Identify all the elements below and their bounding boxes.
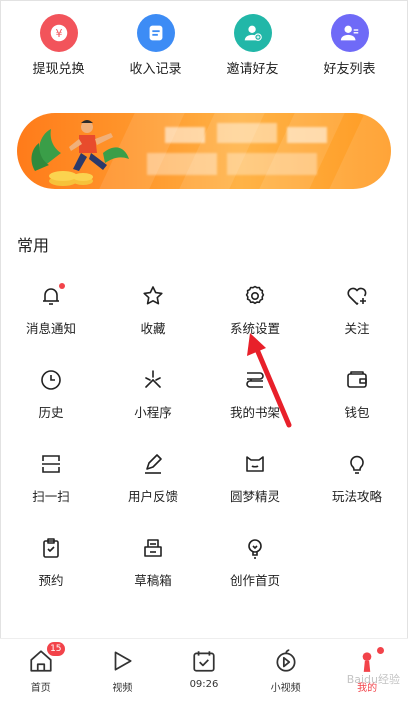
notifications-button[interactable]: 消息通知 xyxy=(0,283,102,367)
history-label: 历史 xyxy=(38,405,64,420)
feedback-label: 用户反馈 xyxy=(127,489,178,504)
bookshelf-icon xyxy=(242,367,268,393)
runner-illustration xyxy=(31,120,129,186)
creator-home-button[interactable]: 创作首页 xyxy=(204,535,306,619)
clipboard-icon xyxy=(38,535,64,561)
system-settings-button[interactable]: 系统设置 xyxy=(204,283,306,367)
small-video-icon xyxy=(272,647,300,675)
guide-label: 玩法攻略 xyxy=(331,489,382,504)
invite-friends-button[interactable]: 邀请好友 xyxy=(207,14,299,77)
favorites-label: 收藏 xyxy=(140,321,166,336)
quick-actions: ¥ 提现兑换 收入记录 邀请好友 好友列表 xyxy=(0,14,408,77)
add-user-icon xyxy=(233,14,272,52)
nav-checkin-label: 09:26 xyxy=(189,679,219,690)
wallet-icon xyxy=(344,367,370,393)
system-settings-label: 系统设置 xyxy=(229,321,280,336)
drafts-button[interactable]: 草稿箱 xyxy=(102,535,204,619)
mini-programs-label: 小程序 xyxy=(134,405,172,420)
bookshelf-label: 我的书架 xyxy=(229,405,280,420)
feature-grid: 消息通知 收藏 系统设置 关注 历史 小程序 我的书架 钱包 扫一扫 用户反馈 … xyxy=(0,283,408,619)
dream-elf-button[interactable]: 圆梦精灵 xyxy=(204,451,306,535)
bookshelf-button[interactable]: 我的书架 xyxy=(204,367,306,451)
history-button[interactable]: 历史 xyxy=(0,367,102,451)
favorites-button[interactable]: 收藏 xyxy=(102,283,204,367)
svg-text:¥: ¥ xyxy=(55,27,62,40)
dream-elf-label: 圆梦精灵 xyxy=(229,489,280,504)
withdraw-button[interactable]: ¥ 提现兑换 xyxy=(13,14,105,77)
bell-icon xyxy=(38,283,65,309)
nav-home-label: 首页 xyxy=(30,683,51,694)
scan-icon xyxy=(38,451,64,477)
nav-small-video[interactable]: 小视频 xyxy=(246,639,326,703)
home-badge: 15 xyxy=(46,642,65,656)
feedback-button[interactable]: 用户反馈 xyxy=(102,451,204,535)
mini-programs-button[interactable]: 小程序 xyxy=(102,367,204,451)
wallet-button[interactable]: 钱包 xyxy=(306,367,408,451)
clock-icon xyxy=(38,367,64,393)
document-icon xyxy=(136,14,175,52)
heart-plus-icon xyxy=(344,283,370,309)
drafts-label: 草稿箱 xyxy=(134,573,172,588)
reservation-button[interactable]: 预约 xyxy=(0,535,102,619)
calendar-check-icon xyxy=(190,647,218,675)
guide-button[interactable]: 玩法攻略 xyxy=(306,451,408,535)
nav-checkin[interactable]: 09:26 xyxy=(164,639,244,703)
promo-banner[interactable] xyxy=(17,113,391,189)
watermark: Baidu经验 xyxy=(346,673,400,686)
section-title: 常用 xyxy=(17,236,50,255)
star-icon xyxy=(140,283,166,309)
bottom-nav: 15 首页 视频 09:26 小视频 我的 Baidu经验 xyxy=(0,638,408,703)
reservation-label: 预约 xyxy=(38,573,64,588)
user-list-icon xyxy=(330,14,369,52)
scan-button[interactable]: 扫一扫 xyxy=(0,451,102,535)
edit-icon xyxy=(140,451,166,477)
sparkle-icon xyxy=(140,367,166,393)
nav-video[interactable]: 视频 xyxy=(82,639,162,703)
nav-home[interactable]: 15 首页 xyxy=(1,639,81,703)
invite-friends-label: 邀请好友 xyxy=(226,62,279,77)
notifications-label: 消息通知 xyxy=(25,321,76,336)
nav-video-label: 视频 xyxy=(112,683,133,694)
scan-label: 扫一扫 xyxy=(32,489,70,504)
nav-small-video-label: 小视频 xyxy=(270,683,301,694)
drafts-icon xyxy=(140,535,166,561)
friend-list-label: 好友列表 xyxy=(323,62,376,77)
income-records-button[interactable]: 收入记录 xyxy=(110,14,202,77)
bulb-icon xyxy=(344,451,370,477)
play-icon xyxy=(108,647,136,675)
notification-dot xyxy=(59,283,65,289)
me-dot xyxy=(377,647,385,654)
follow-label: 关注 xyxy=(344,321,370,336)
wallet-label: 钱包 xyxy=(344,405,370,420)
cat-icon xyxy=(242,451,268,477)
yuan-coin-icon: ¥ xyxy=(39,14,78,52)
withdraw-label: 提现兑换 xyxy=(32,62,85,77)
income-records-label: 收入记录 xyxy=(129,62,182,77)
follow-button[interactable]: 关注 xyxy=(306,283,408,367)
friend-list-button[interactable]: 好友列表 xyxy=(304,14,396,77)
gear-icon xyxy=(242,283,268,309)
lightbulb-icon xyxy=(242,535,268,561)
creator-home-label: 创作首页 xyxy=(229,573,280,588)
